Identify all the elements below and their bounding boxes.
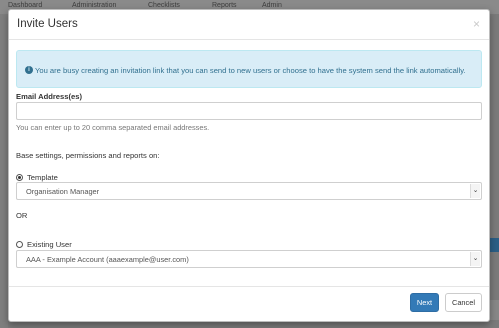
base-settings-text: Base settings, permissions and reports o…: [16, 151, 160, 160]
chevron-down-icon: ⌄: [470, 184, 480, 198]
template-radio[interactable]: [16, 173, 23, 181]
existing-user-label: Existing User: [27, 239, 72, 249]
template-label: Template: [27, 172, 58, 182]
info-icon: i: [25, 66, 33, 74]
background-sidebar: [0, 14, 8, 328]
background-panel: [490, 300, 499, 320]
existing-user-select-value: AAA - Example Account (aaaexample@user.c…: [26, 255, 189, 264]
modal-footer-divider: [9, 286, 489, 287]
modal-header: Invite Users ×: [9, 10, 489, 40]
cancel-button[interactable]: Cancel: [445, 293, 482, 312]
background-panel-header: [490, 238, 499, 252]
existing-user-radio-option[interactable]: Existing User: [16, 239, 72, 249]
template-select-value: Organisation Manager: [26, 187, 100, 196]
invite-users-modal: Invite Users × i You are busy creating a…: [8, 9, 490, 322]
existing-user-select[interactable]: AAA - Example Account (aaaexample@user.c…: [16, 250, 482, 268]
bg-nav-item: Dashboard: [8, 2, 43, 9]
next-button[interactable]: Next: [410, 293, 439, 312]
or-separator: OR: [16, 211, 28, 220]
email-help-text: You can enter up to 20 comma separated e…: [16, 123, 210, 132]
chevron-down-icon: ⌄: [470, 252, 480, 266]
info-alert: i You are busy creating an invitation li…: [16, 50, 482, 88]
close-icon[interactable]: ×: [473, 17, 480, 31]
bg-nav-item: Checklists: [148, 2, 180, 9]
modal-title: Invite Users: [17, 18, 78, 30]
existing-user-radio[interactable]: [16, 240, 23, 248]
bg-nav-item: Reports: [212, 2, 237, 9]
info-text: You are busy creating an invitation link…: [35, 66, 466, 75]
email-label: Email Address(es): [16, 92, 82, 101]
template-select[interactable]: Organisation Manager ⌄: [16, 182, 482, 200]
bg-nav-item: Admin: [262, 2, 282, 9]
template-radio-option[interactable]: Template: [16, 172, 58, 182]
email-field[interactable]: [16, 102, 482, 120]
bg-nav-item: Administration: [72, 2, 117, 9]
